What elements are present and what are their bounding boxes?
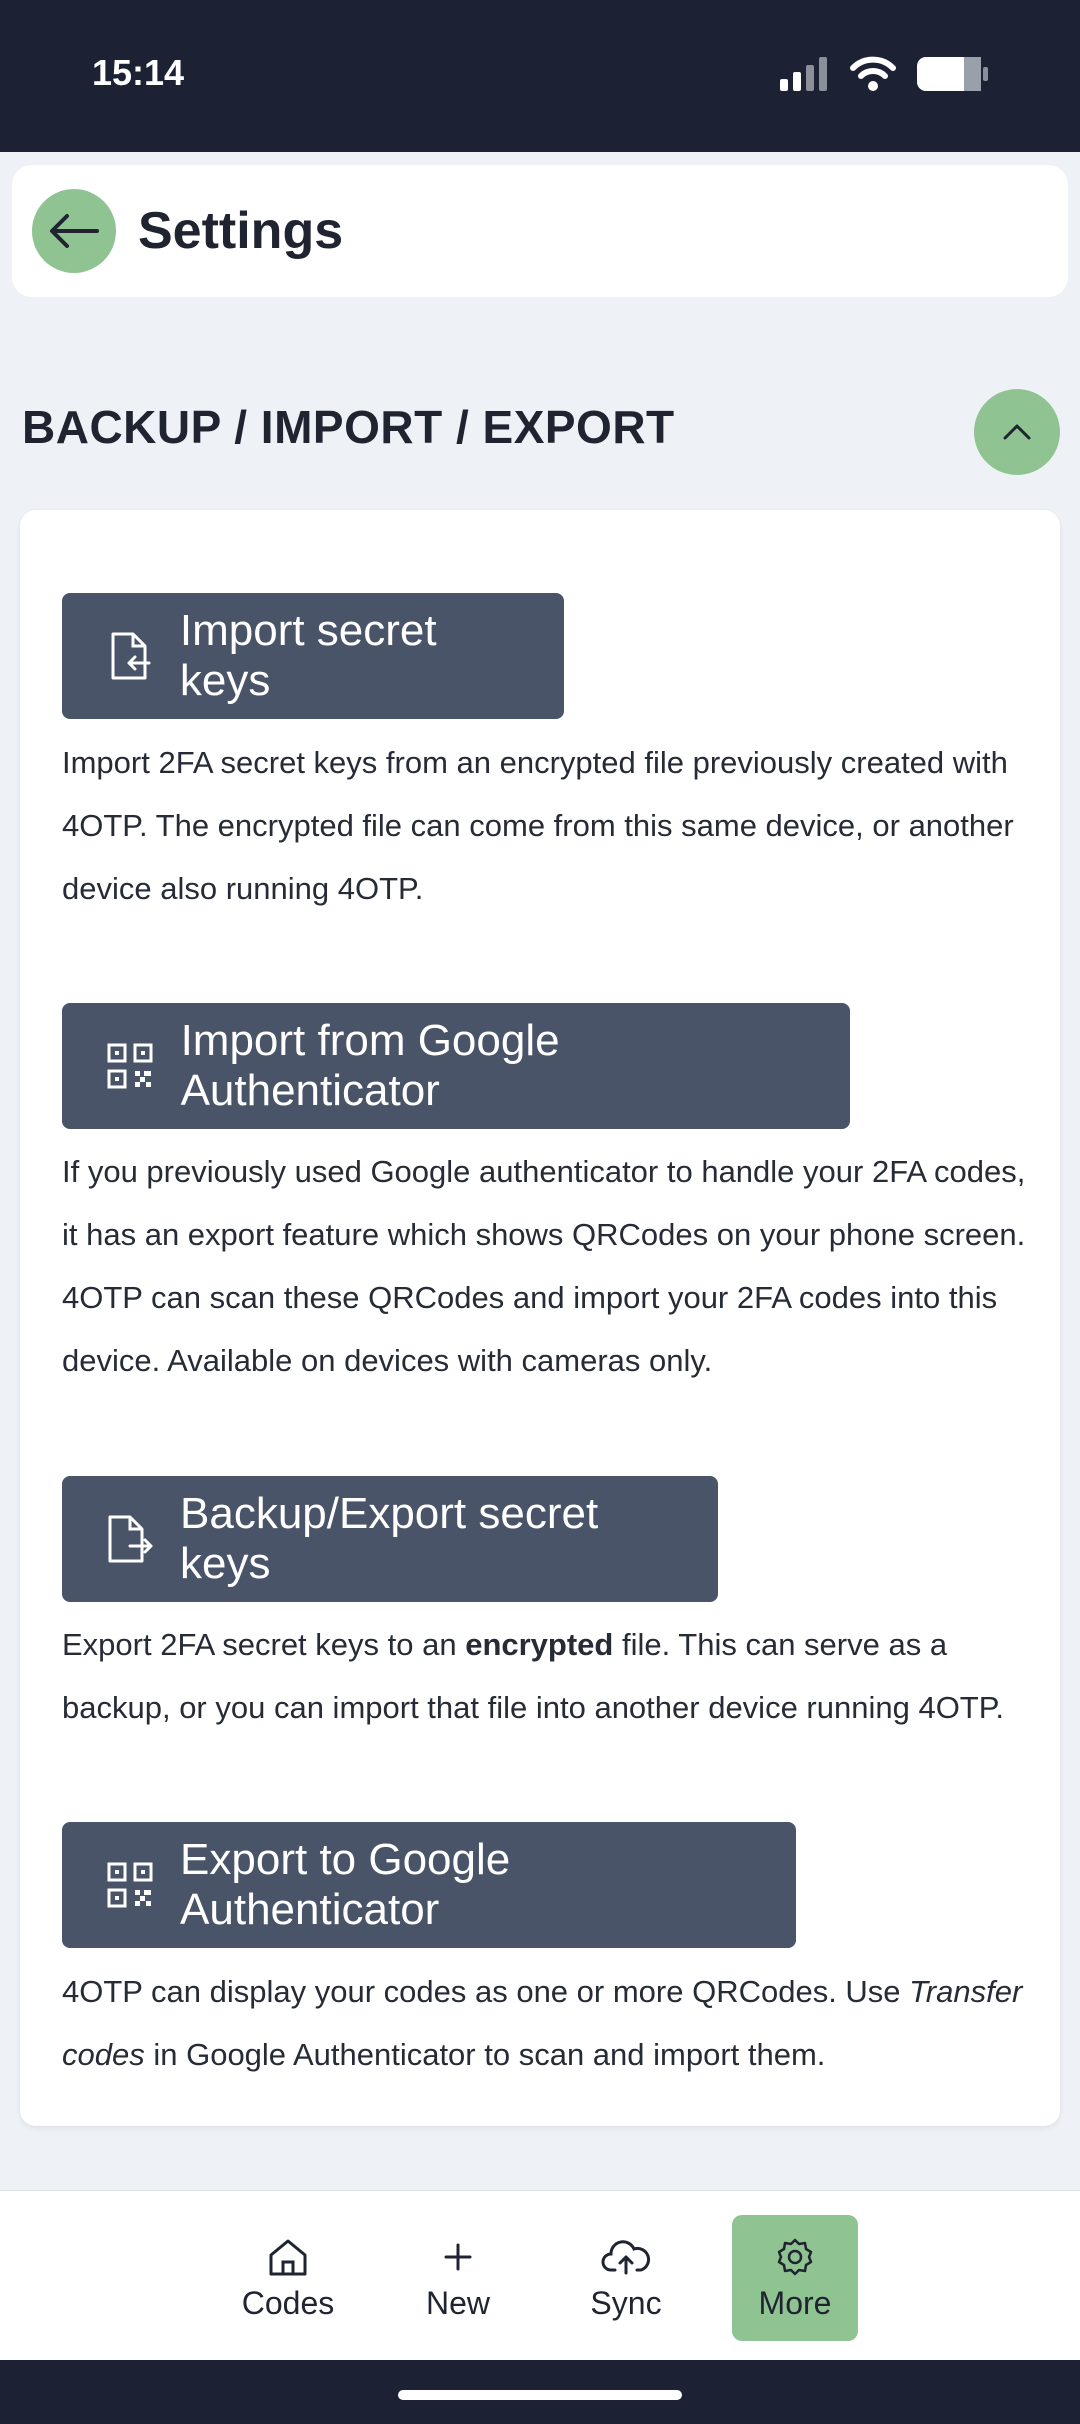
app-header: Settings	[12, 165, 1068, 297]
backup-export-secret-keys-description: Export 2FA secret keys to an encrypted f…	[62, 1613, 1042, 1739]
nav-codes[interactable]: Codes	[225, 2215, 351, 2341]
home-indicator[interactable]	[398, 2390, 682, 2400]
plus-icon	[442, 2235, 474, 2279]
nav-sync[interactable]: Sync	[563, 2215, 689, 2341]
backup-export-secret-keys-label: Backup/Export secret keys	[180, 1489, 599, 1588]
import-google-authenticator-label: Import from Google Authenticator	[180, 1016, 560, 1115]
description-text: in Google Authenticator to scan and impo…	[144, 2037, 826, 2072]
export-google-authenticator-button[interactable]: Export to Google Authenticator	[62, 1822, 796, 1948]
page-title: Settings	[138, 202, 344, 260]
file-export-icon	[106, 1514, 154, 1564]
gear-icon	[775, 2235, 815, 2279]
status-bar: 15:14	[0, 0, 1080, 152]
status-icons	[780, 56, 990, 92]
nav-sync-label: Sync	[590, 2284, 662, 2321]
signal-icon	[780, 57, 827, 91]
chevron-up-icon	[1003, 424, 1031, 440]
import-secret-keys-description: Import 2FA secret keys from an encrypted…	[62, 745, 1014, 906]
gesture-bar-area	[0, 2360, 1080, 2424]
home-icon	[267, 2235, 309, 2279]
wifi-icon	[850, 56, 896, 91]
section-title: BACKUP / IMPORT / EXPORT	[22, 401, 675, 453]
import-google-authenticator-description: If you previously used Google authentica…	[62, 1154, 1026, 1378]
export-google-authenticator-description: 4OTP can display your codes as one or mo…	[62, 1960, 1042, 2086]
nav-new[interactable]: New	[395, 2215, 521, 2341]
import-google-authenticator-button[interactable]: Import from Google Authenticator	[62, 1003, 850, 1129]
description-bold-text: encrypted	[465, 1627, 614, 1662]
qrcode-icon	[106, 1860, 154, 1910]
description-text: Export 2FA secret keys to an	[62, 1627, 466, 1662]
file-import-icon	[106, 631, 154, 681]
import-secret-keys-button[interactable]: Import secret keys	[62, 593, 564, 719]
bottom-nav: Codes New Sync More	[0, 2190, 1080, 2360]
cloud-sync-icon	[601, 2235, 651, 2279]
qrcode-icon	[106, 1041, 155, 1091]
nav-more-label: More	[758, 2284, 832, 2321]
nav-codes-label: Codes	[241, 2284, 335, 2321]
import-secret-keys-label: Import secret keys	[179, 606, 437, 705]
description-text: 4OTP can display your codes as one or mo…	[62, 1974, 910, 2009]
nav-more[interactable]: More	[732, 2215, 858, 2341]
collapse-section-button[interactable]	[974, 389, 1060, 475]
back-button[interactable]	[32, 189, 116, 273]
battery-icon	[917, 57, 988, 91]
status-time: 15:14	[92, 52, 185, 93]
backup-export-secret-keys-button[interactable]: Backup/Export secret keys	[62, 1476, 718, 1602]
backup-card: Import secret keys Import 2FA secret key…	[20, 510, 1060, 2126]
nav-new-label: New	[425, 2284, 490, 2321]
arrow-left-icon	[50, 214, 99, 248]
export-google-authenticator-label: Export to Google Authenticator	[180, 1835, 511, 1934]
